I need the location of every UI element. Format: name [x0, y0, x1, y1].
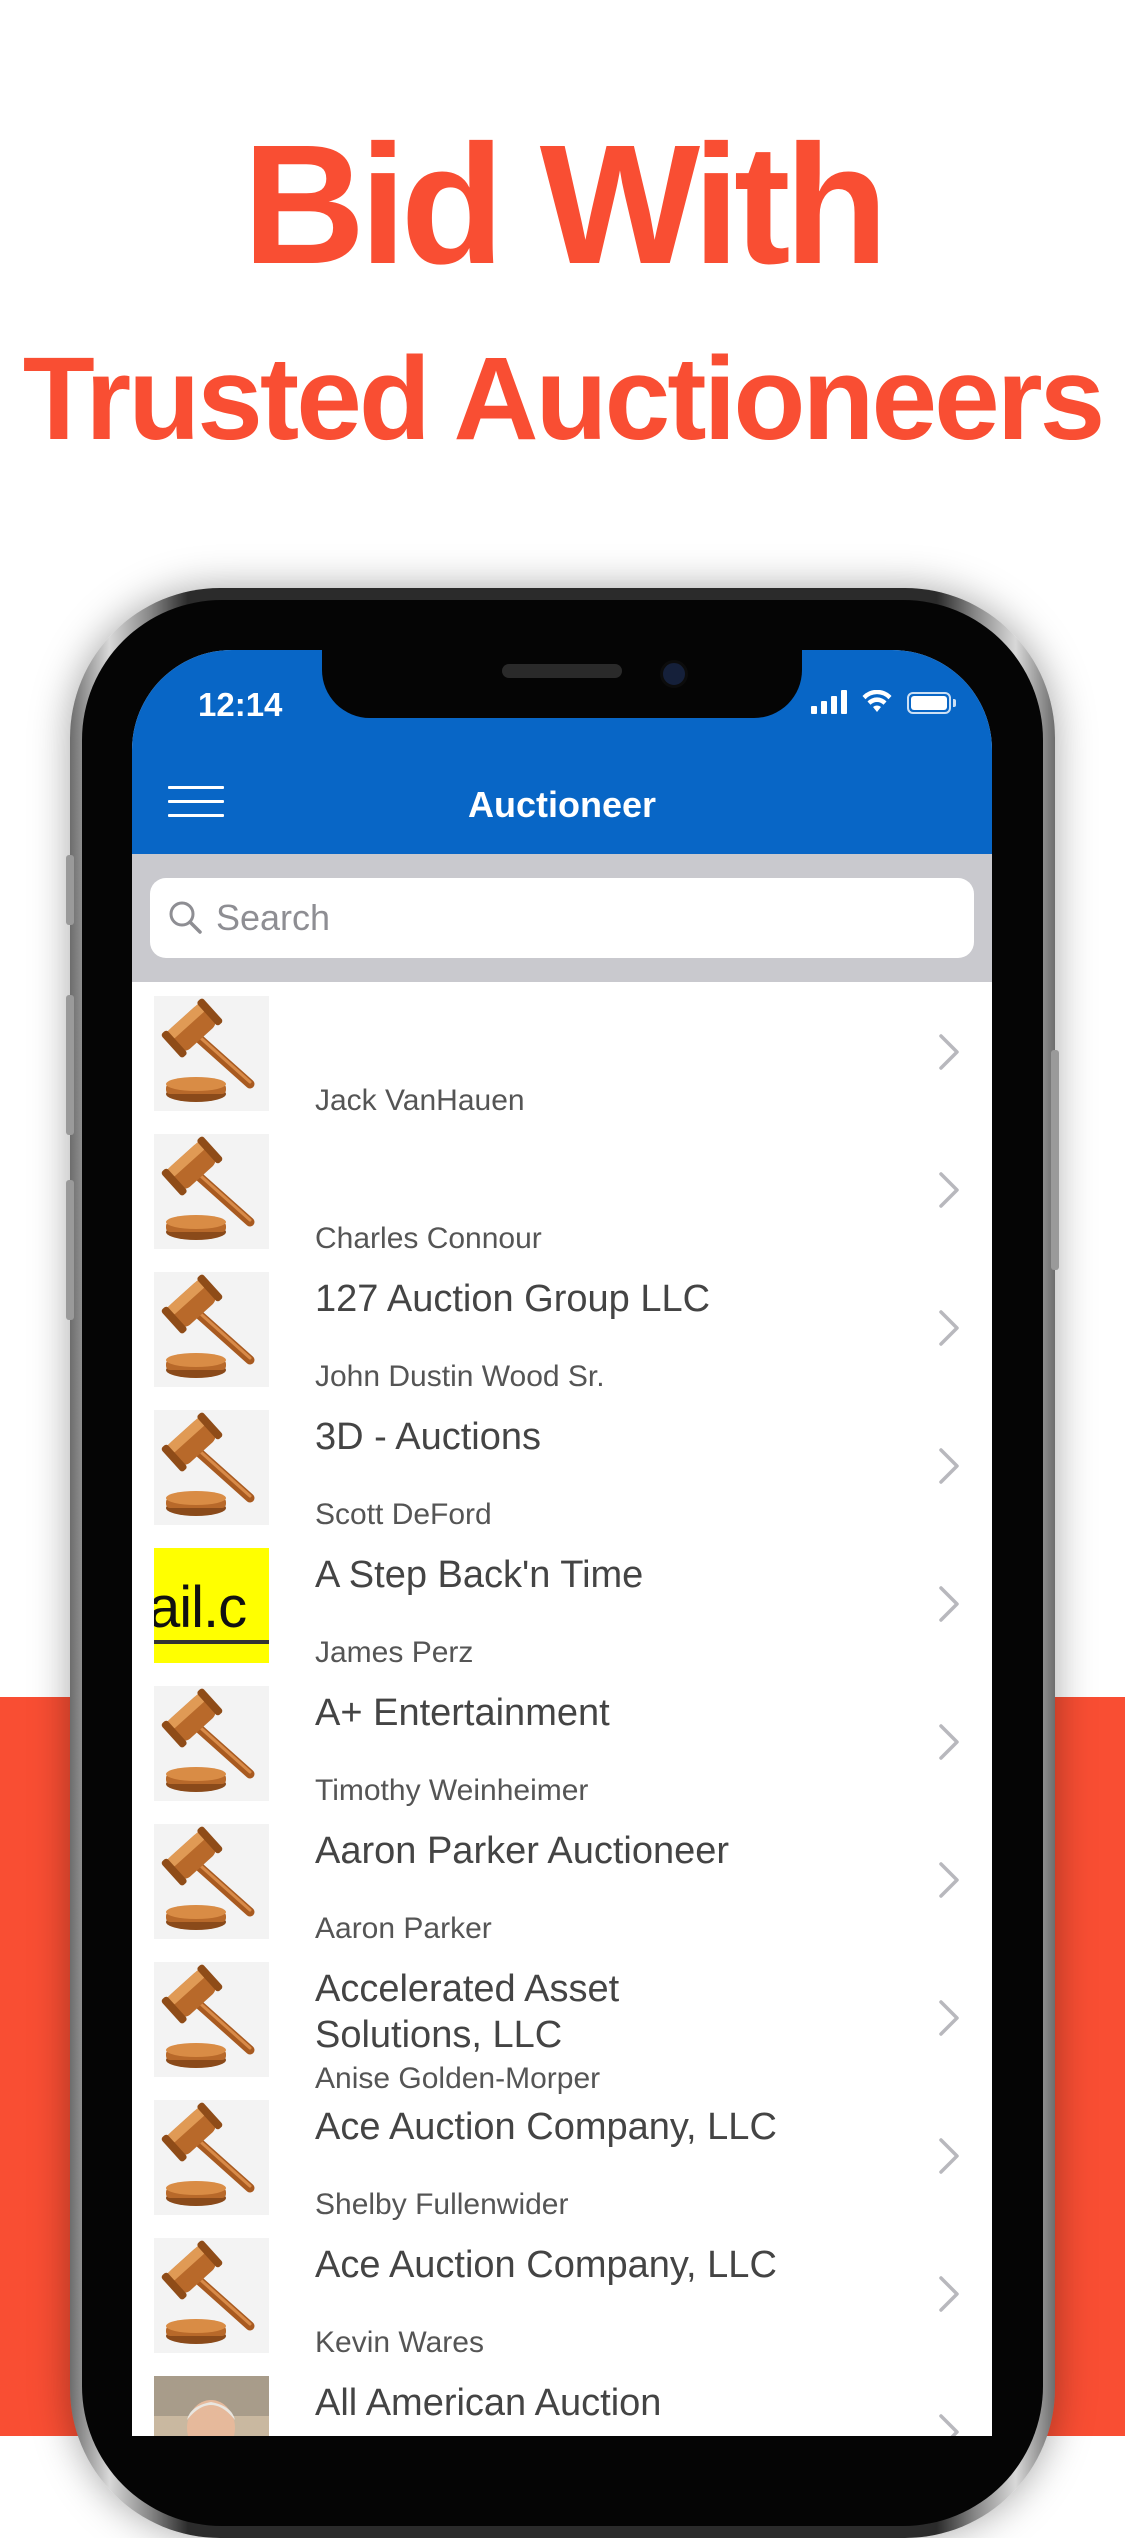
- phone-screen: 12:14 Auctioneer Search Jack VanHauen Ch…: [132, 650, 992, 2436]
- auctioneer-name: Kevin Wares: [315, 2326, 484, 2359]
- list-item[interactable]: Charles Connour: [132, 1130, 992, 1268]
- auctioneer-name: Timothy Weinheimer: [315, 1774, 589, 1807]
- power-button: [1051, 1050, 1059, 1270]
- nav-title: Auctioneer: [467, 784, 657, 825]
- company-name: Ace Auction Company, LLC: [315, 2244, 777, 2286]
- volume-up-button: [66, 995, 74, 1135]
- list-item[interactable]: 127 Auction Group LLC John Dustin Wood Sr…: [132, 1268, 992, 1406]
- list-item[interactable]: Aaron Parker Auctioneer Aaron Parker: [132, 1820, 992, 1958]
- volume-down-button: [66, 1180, 74, 1320]
- list-item[interactable]: All American Auction: [132, 2372, 992, 2436]
- search-bar: [132, 854, 992, 982]
- search-icon: [169, 901, 202, 934]
- headline-line-1: Bid With: [242, 110, 889, 300]
- chevron-right-icon: [936, 2274, 962, 2314]
- gavel-icon: [154, 1272, 269, 1387]
- gavel-icon: [154, 996, 269, 1111]
- navigation-bar: Auctioneer: [132, 750, 992, 854]
- gavel-icon: [154, 1686, 269, 1801]
- list-item[interactable]: Ace Auction Company, LLC Kevin Wares: [132, 2234, 992, 2372]
- notch: [322, 650, 802, 718]
- gavel-icon: [154, 2238, 269, 2353]
- gavel-icon: [154, 1962, 269, 2077]
- front-camera: [660, 660, 688, 688]
- gavel-icon: [154, 1134, 269, 1249]
- battery-tip: [953, 699, 956, 707]
- chevron-right-icon: [936, 1998, 962, 2038]
- auctioneer-name: Aaron Parker: [315, 1912, 492, 1945]
- list-item[interactable]: ail.c A Step Back'n Time James Perz: [132, 1544, 992, 1682]
- auctioneer-name: John Dustin Wood Sr.: [315, 1360, 605, 1393]
- auctioneer-name: Charles Connour: [315, 1222, 542, 1255]
- signal-icon: [811, 690, 847, 714]
- mute-switch: [66, 855, 74, 925]
- list-item[interactable]: 3D - Auctions Scott DeFord: [132, 1406, 992, 1544]
- gavel-icon: [154, 2100, 269, 2215]
- list-item[interactable]: Accelerated Asset Solutions, LLC Anise Go…: [132, 1958, 992, 2096]
- auctioneer-name: James Perz: [315, 1636, 474, 1669]
- list-item[interactable]: A+ Entertainment Timothy Weinheimer: [132, 1682, 992, 1820]
- company-name: Aaron Parker Auctioneer: [315, 1830, 730, 1872]
- wifi-icon: [862, 690, 892, 712]
- auctioneer-list: Jack VanHauen Charles Connour 127 Auctio…: [132, 992, 992, 2436]
- gavel-icon: [154, 1410, 269, 1525]
- list-item[interactable]: Ace Auction Company, LLC Shelby Fullenwid…: [132, 2096, 992, 2234]
- person-photo: [154, 2376, 269, 2436]
- chevron-right-icon: [936, 1170, 962, 1210]
- auctioneer-name: Scott DeFord: [315, 1498, 492, 1531]
- speaker-grille: [502, 664, 622, 678]
- company-name: All American Auction: [315, 2382, 662, 2424]
- headline-line-2: Trusted Auctioneers: [22, 333, 1106, 465]
- gavel-icon: [154, 1824, 269, 1939]
- status-time: 12:14: [198, 686, 283, 723]
- company-name: Ace Auction Company, LLC: [315, 2106, 777, 2148]
- chevron-right-icon: [936, 1860, 962, 1900]
- company-name: 3D - Auctions: [315, 1416, 541, 1458]
- logo-thumbnail: ail.c: [154, 1548, 269, 1663]
- auctioneer-name: Anise Golden-Morper: [315, 2062, 601, 2095]
- chevron-right-icon: [936, 1446, 962, 1486]
- company-name: A+ Entertainment: [315, 1692, 610, 1734]
- auctioneer-name: Shelby Fullenwider: [315, 2188, 569, 2221]
- company-name: A Step Back'n Time: [315, 1554, 644, 1596]
- chevron-right-icon: [936, 1584, 962, 1624]
- chevron-right-icon: [936, 2412, 962, 2436]
- chevron-right-icon: [936, 2136, 962, 2176]
- search-input[interactable]: [214, 896, 918, 940]
- company-name: 127 Auction Group LLC: [315, 1278, 711, 1320]
- company-name: Accelerated Asset Solutions, LLC: [315, 1968, 620, 2056]
- chevron-right-icon: [936, 1032, 962, 1072]
- list-item[interactable]: Jack VanHauen: [132, 992, 992, 1130]
- logo-thumbnail-text: ail.c: [154, 1575, 247, 1640]
- auctioneer-name: Jack VanHauen: [315, 1084, 525, 1117]
- search-box[interactable]: [150, 878, 974, 958]
- chevron-right-icon: [936, 1308, 962, 1348]
- chevron-right-icon: [936, 1722, 962, 1762]
- battery-icon: [907, 692, 951, 714]
